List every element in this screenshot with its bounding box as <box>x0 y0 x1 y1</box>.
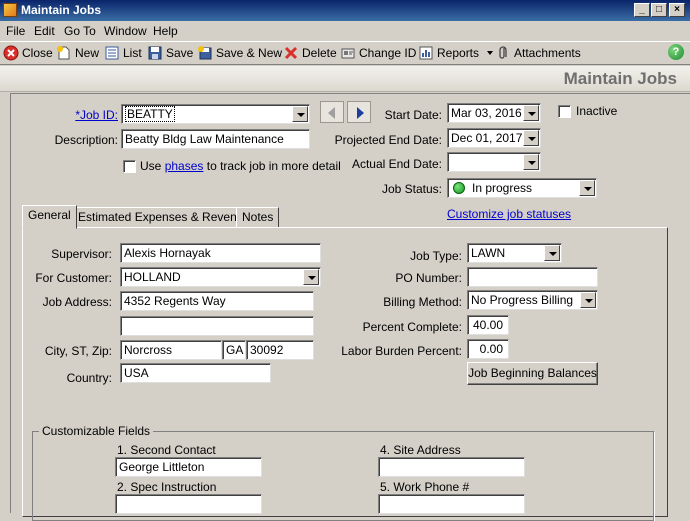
job-beginning-balances-button[interactable]: Job Beginning Balances <box>467 362 598 385</box>
city-input[interactable]: Norcross <box>120 340 222 360</box>
custom-field-5-label: 5. Work Phone # <box>380 480 470 494</box>
custom-field-1-input[interactable]: George Littleton <box>115 457 262 477</box>
phases-link[interactable]: phases <box>165 159 204 173</box>
job-address-label: Job Address: <box>42 295 112 309</box>
help-icon[interactable]: ? <box>668 44 684 60</box>
customizable-fields-title: Customizable Fields <box>39 424 154 438</box>
use-phases-checkbox[interactable] <box>123 160 136 173</box>
inactive-checkbox[interactable] <box>558 105 571 118</box>
delete-button[interactable]: Delete <box>283 45 337 63</box>
menu-file[interactable]: File <box>6 24 25 38</box>
tab-estimated-expenses-revenue[interactable]: Estimated Expenses & Revenue <box>72 207 257 228</box>
maximize-button[interactable]: □ <box>651 3 667 17</box>
job-status-dropdown-button[interactable] <box>579 180 595 196</box>
list-icon <box>104 45 120 61</box>
percent-complete-label: Percent Complete: <box>362 320 462 334</box>
reports-button[interactable]: Reports <box>418 45 494 63</box>
address-line2-input[interactable] <box>120 316 314 336</box>
projected-end-date-dropdown-button[interactable] <box>523 130 539 146</box>
new-button[interactable]: New <box>56 45 99 63</box>
job-type-combo[interactable]: LAWN <box>467 243 562 263</box>
projected-end-date-label: Projected End Date: <box>334 133 442 147</box>
save-button[interactable]: Save <box>147 45 193 63</box>
po-number-label: PO Number: <box>395 271 462 285</box>
attachments-button[interactable]: Attachments <box>495 45 581 63</box>
description-input[interactable]: Beatty Bldg Law Maintenance <box>121 129 310 149</box>
change-id-button[interactable]: Change ID <box>340 45 416 63</box>
actual-end-date-dropdown-button[interactable] <box>523 154 539 170</box>
custom-field-4-label: 4. Site Address <box>380 443 461 457</box>
supervisor-input[interactable]: Alexis Hornayak <box>120 243 321 263</box>
billing-method-combo[interactable]: No Progress Billing <box>467 290 598 310</box>
menu-go-to[interactable]: Go To <box>64 24 96 38</box>
projected-end-date-field[interactable]: Dec 01, 2017 <box>447 128 541 148</box>
minimize-button[interactable]: _ <box>634 3 650 17</box>
attachment-icon <box>495 45 511 61</box>
zip-input[interactable]: 30092 <box>246 340 314 360</box>
job-status-combo[interactable]: In progress <box>447 178 597 198</box>
start-date-dropdown-button[interactable] <box>523 105 539 121</box>
close-window-button[interactable]: × <box>669 3 685 17</box>
use-phases-label: Use phases to track job in more detail <box>140 159 341 173</box>
po-number-input[interactable] <box>467 267 598 287</box>
job-id-label: *Job ID: <box>75 108 118 122</box>
delete-icon <box>283 45 299 61</box>
custom-field-2-label: 2. Spec Instruction <box>117 480 217 494</box>
save-icon <box>147 45 163 61</box>
customer-combo[interactable]: HOLLAND <box>120 267 321 287</box>
actual-end-date-label: Actual End Date: <box>351 157 442 171</box>
description-label: Description: <box>54 133 118 147</box>
custom-field-5-input[interactable] <box>378 494 525 514</box>
customer-dropdown-button[interactable] <box>303 269 319 285</box>
country-label: Country: <box>66 371 112 385</box>
labor-burden-percent-input[interactable]: 0.00 <box>467 339 509 359</box>
new-icon <box>56 45 72 61</box>
close-icon <box>3 45 19 61</box>
change-id-icon <box>340 45 356 61</box>
supervisor-label: Supervisor: <box>51 247 112 261</box>
save-new-icon <box>197 45 213 61</box>
tab-general[interactable]: General <box>22 205 77 229</box>
job-id-dropdown-button[interactable] <box>292 106 308 122</box>
country-input[interactable]: USA <box>120 363 271 383</box>
customize-job-statuses-link[interactable]: Customize job statuses <box>447 207 571 221</box>
toolbar: Close New List Save Save & New Delete Ch… <box>0 41 690 65</box>
for-customer-label: For Customer: <box>35 271 112 285</box>
billing-method-label: Billing Method: <box>383 295 462 309</box>
address-line1-input[interactable]: 4352 Regents Way <box>120 291 314 311</box>
job-type-dropdown-button[interactable] <box>544 245 560 261</box>
menu-help[interactable]: Help <box>153 24 178 38</box>
reports-icon <box>418 45 434 61</box>
page-title: Maintain Jobs <box>563 69 677 88</box>
chevron-down-icon <box>487 51 494 55</box>
start-date-label: Start Date: <box>384 108 442 122</box>
title-bar: Maintain Jobs _ □ × <box>0 0 690 21</box>
menu-window[interactable]: Window <box>104 24 147 38</box>
status-in-progress-icon <box>453 182 465 194</box>
inactive-label: Inactive <box>576 104 618 118</box>
custom-field-2-input[interactable] <box>115 494 262 514</box>
city-state-zip-label: City, ST, Zip: <box>44 344 112 358</box>
close-button[interactable]: Close <box>3 45 53 63</box>
menu-bar: File Edit Go To Window Help <box>0 21 690 41</box>
percent-complete-input[interactable]: 40.00 <box>467 315 509 335</box>
custom-field-4-input[interactable] <box>378 457 525 477</box>
job-type-label: Job Type: <box>410 249 462 263</box>
save-new-button[interactable]: Save & New <box>197 45 282 63</box>
custom-field-1-label: 1. Second Contact <box>117 443 216 457</box>
start-date-field[interactable]: Mar 03, 2016 <box>447 103 541 123</box>
billing-method-dropdown-button[interactable] <box>580 292 596 308</box>
window-title: Maintain Jobs <box>21 3 102 17</box>
tab-notes[interactable]: Notes <box>236 207 280 228</box>
page-header: Maintain Jobs <box>0 66 690 92</box>
actual-end-date-field[interactable] <box>447 152 541 172</box>
state-input[interactable]: GA <box>222 340 246 360</box>
app-icon <box>3 3 17 17</box>
menu-edit[interactable]: Edit <box>34 24 55 38</box>
labor-burden-percent-label: Labor Burden Percent: <box>341 344 462 358</box>
job-id-combo[interactable]: BEATTY <box>121 104 310 124</box>
job-status-label: Job Status: <box>381 182 442 196</box>
list-button[interactable]: List <box>104 45 142 63</box>
